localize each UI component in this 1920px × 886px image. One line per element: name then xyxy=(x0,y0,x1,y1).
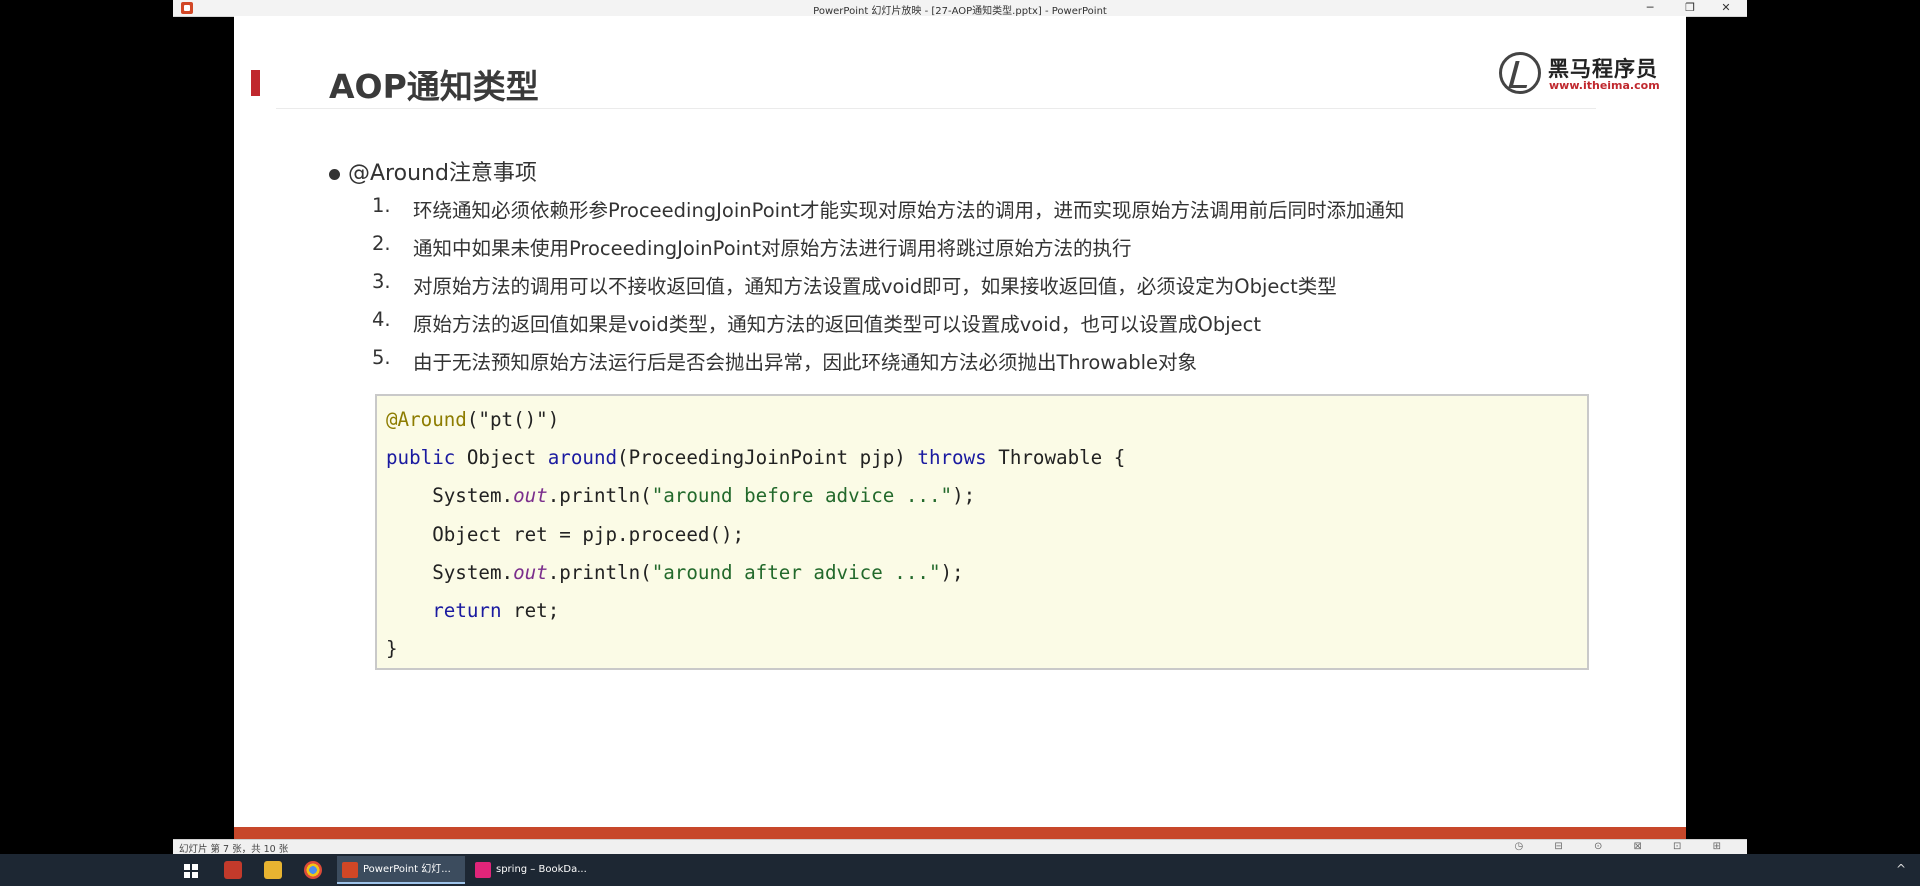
bullet-dot-icon xyxy=(329,168,340,180)
slide-counter: 幻灯片 第 7 张，共 10 张 xyxy=(179,844,289,855)
list-item-text: 原始方法的返回值如果是void类型，通知方法的返回值类型可以设置成void，也可… xyxy=(413,313,1262,336)
logo-url: www.itheima.com xyxy=(1549,79,1660,92)
intellij-idea-icon xyxy=(475,862,491,878)
code-static-field: out xyxy=(513,484,548,508)
code-token: System. xyxy=(386,560,514,584)
code-token: ); xyxy=(940,560,964,584)
code-keyword: return xyxy=(432,598,502,622)
title-divider xyxy=(276,108,1596,109)
chrome-browser-icon[interactable] xyxy=(304,861,322,879)
code-line: } xyxy=(386,637,1125,675)
view-controls-icon[interactable]: ◷ ⊟ ⊙ ⊠ ⊡ ⊞ xyxy=(1514,841,1735,852)
minimize-button[interactable]: ─ xyxy=(1633,0,1667,16)
code-method-name: around xyxy=(547,446,618,470)
list-item-text: 环绕通知必须依赖形参ProceedingJoinPoint才能实现对原始方法的调… xyxy=(413,199,1405,222)
code-token: System. xyxy=(386,484,514,508)
list-item-number: 5. xyxy=(372,346,391,369)
tray-chevron-icon[interactable]: ^ xyxy=(1896,862,1906,876)
taskbar: PowerPoint 幻灯... spring – BookDa... ^ xyxy=(0,854,1920,886)
code-token: Object ret = pjp.proceed(); xyxy=(386,522,745,546)
code-token: } xyxy=(386,637,398,661)
code-line: return ret; xyxy=(386,599,1125,637)
list-item-number: 4. xyxy=(372,308,391,331)
red-app-icon[interactable] xyxy=(224,861,242,879)
code-keyword: public xyxy=(386,446,456,470)
window-titlebar: PowerPoint 幻灯片放映 - [27-AOP通知类型.pptx] - P… xyxy=(173,0,1747,17)
code-token: ret; xyxy=(501,598,560,622)
code-token: .println( xyxy=(547,560,652,584)
list-item-text: 对原始方法的调用可以不接收返回值，通知方法设置成void即可，如果接收返回值，必… xyxy=(413,275,1337,298)
code-token: Object xyxy=(455,446,548,470)
slideshow-statusbar: 幻灯片 第 7 张，共 10 张 ◷ ⊟ ⊙ ⊠ ⊡ ⊞ xyxy=(173,839,1747,855)
code-string: "around before advice ..." xyxy=(651,484,953,508)
code-token: (ProceedingJoinPoint pjp) xyxy=(617,446,918,470)
code-line: Object ret = pjp.proceed(); xyxy=(386,523,1125,561)
bullet-heading-text: @Around注意事项 xyxy=(348,161,537,186)
code-static-field: out xyxy=(513,560,548,584)
slide-title: AOP通知类型 xyxy=(329,67,539,106)
code-block: @Around("pt()") public Object around(Pro… xyxy=(375,394,1589,670)
code-keyword: throws xyxy=(917,446,987,470)
slide-footer-bar xyxy=(234,827,1686,839)
code-token: ("pt()") xyxy=(466,408,560,431)
restore-button[interactable]: ❐ xyxy=(1673,0,1707,16)
bullet-heading: @Around注意事项 xyxy=(329,155,537,187)
code-line: System.out.println("around before advice… xyxy=(386,484,1125,522)
code-line: System.out.println("around after advice … xyxy=(386,561,1125,599)
list-item-text: 通知中如果未使用ProceedingJoinPoint对原始方法进行调用将跳过原… xyxy=(413,237,1132,260)
code-token: ); xyxy=(952,484,976,508)
powerpoint-icon xyxy=(342,862,358,878)
code-content: @Around("pt()") public Object around(Pro… xyxy=(386,408,1125,675)
task-label: spring – BookDa... xyxy=(496,864,587,875)
code-line: public Object around(ProceedingJoinPoint… xyxy=(386,446,1125,484)
taskbar-intellij-task[interactable]: spring – BookDa... xyxy=(470,856,598,884)
list-item-number: 1. xyxy=(372,194,391,217)
code-annotation: @Around xyxy=(386,408,467,431)
taskbar-powerpoint-task[interactable]: PowerPoint 幻灯... xyxy=(337,856,465,884)
list-item-number: 3. xyxy=(372,270,391,293)
horse-logo-icon xyxy=(1499,52,1541,94)
list-item-number: 2. xyxy=(372,232,391,255)
task-label: PowerPoint 幻灯... xyxy=(363,864,451,875)
code-string: "around after advice ..." xyxy=(651,560,941,584)
code-token: Throwable { xyxy=(986,446,1126,470)
window-title: PowerPoint 幻灯片放映 - [27-AOP通知类型.pptx] - P… xyxy=(813,6,1107,17)
title-accent-bar xyxy=(251,70,260,96)
file-explorer-icon[interactable] xyxy=(264,861,282,879)
windows-start-icon[interactable] xyxy=(184,864,198,878)
slide[interactable]: AOP通知类型 黑马程序员 www.itheima.com @Around注意事… xyxy=(234,16,1686,839)
close-button[interactable]: ✕ xyxy=(1709,0,1743,16)
code-line: @Around("pt()") xyxy=(386,408,1125,446)
list-item-text: 由于无法预知原始方法运行后是否会抛出异常，因此环绕通知方法必须抛出Throwab… xyxy=(413,351,1197,374)
itheima-logo: 黑马程序员 www.itheima.com xyxy=(1499,52,1660,98)
code-token: .println( xyxy=(547,484,652,508)
